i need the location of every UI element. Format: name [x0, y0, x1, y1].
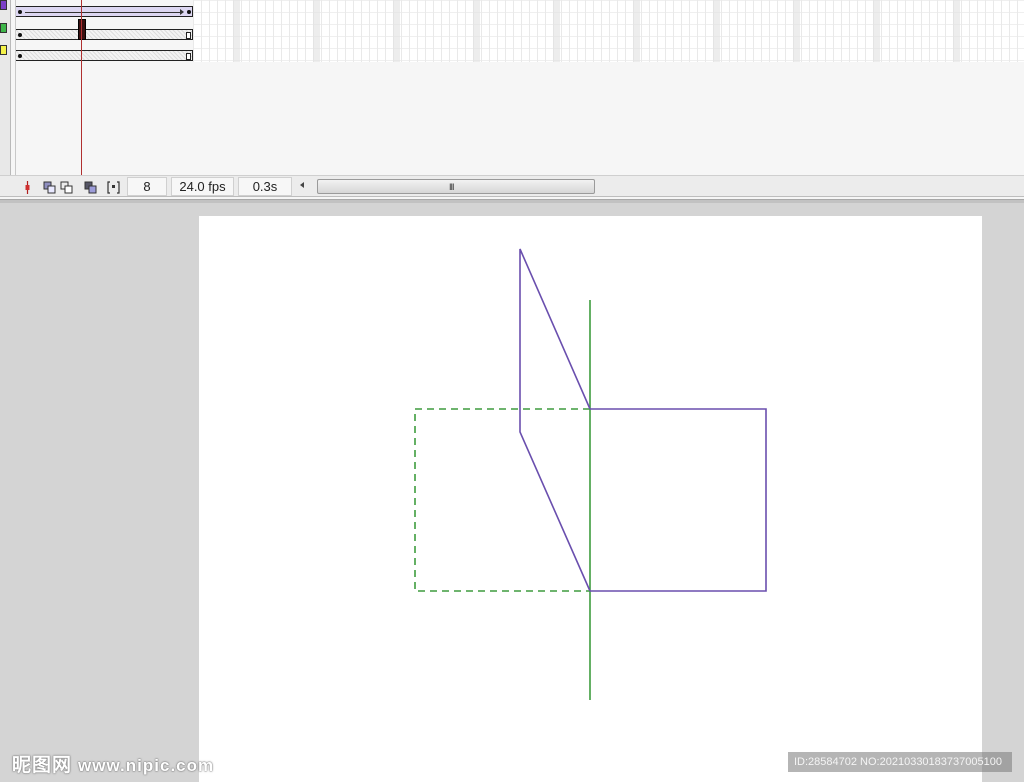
current-frame-field[interactable]: 8 — [127, 177, 167, 196]
watermark-id: ID:28584702 NO:20210330183737005100 — [788, 752, 1012, 772]
frame-end-marker[interactable] — [186, 53, 191, 60]
layer-3-color-swatch[interactable] — [0, 45, 7, 55]
timeline-panel — [0, 0, 1024, 200]
right-panel-outline — [590, 408, 767, 592]
layer-3-frames[interactable] — [16, 50, 193, 61]
playhead-line[interactable] — [81, 0, 82, 176]
stage-artwork — [414, 248, 767, 700]
keyframe-start[interactable] — [18, 54, 22, 58]
onion-skin-icon[interactable] — [42, 180, 56, 194]
layer-2-frames[interactable] — [16, 29, 193, 40]
empty-frame-grid[interactable] — [193, 0, 1024, 62]
keyframe-start[interactable] — [18, 10, 22, 14]
modify-onion-markers-icon[interactable] — [106, 180, 120, 194]
onion-skin-outlines-icon[interactable] — [59, 180, 73, 194]
layer-1-color-swatch[interactable] — [0, 0, 7, 10]
motion-tween-line — [25, 12, 181, 13]
keyframe-start[interactable] — [18, 33, 22, 37]
layer-2-color-swatch[interactable] — [0, 23, 7, 33]
dashed-fold-outline — [414, 408, 590, 592]
layer-color-strip — [0, 0, 11, 175]
keyframe-end[interactable] — [187, 10, 191, 14]
layer-divider — [15, 0, 16, 175]
edit-multiple-frames-icon[interactable] — [83, 180, 97, 194]
folding-panel-outline — [519, 248, 591, 592]
layer-1-frames[interactable] — [16, 6, 193, 17]
tween-arrow-icon — [180, 9, 184, 15]
frame-rate-field[interactable]: 24.0 fps — [171, 177, 234, 196]
center-frame-icon[interactable] — [20, 180, 33, 194]
scroll-left-arrow-icon[interactable] — [300, 182, 304, 188]
playhead-frame-indicator[interactable] — [78, 19, 86, 40]
scroll-grip: III — [449, 182, 454, 192]
flash-editor-window: 8 24.0 fps 0.3s III 昵图网 www.nipic.com ID:… — [0, 0, 1024, 782]
scroll-thumb[interactable]: III — [317, 179, 595, 194]
frame-end-marker[interactable] — [186, 32, 191, 39]
elapsed-time-field: 0.3s — [238, 177, 292, 196]
timeline-horizontal-scrollbar[interactable]: III — [296, 179, 596, 194]
watermark-logo-text: 昵图网 — [12, 755, 73, 776]
stage-canvas[interactable] — [199, 216, 982, 782]
watermark-logo: 昵图网 www.nipic.com — [12, 750, 214, 777]
timeline-status-bar: 8 24.0 fps 0.3s III — [0, 175, 1024, 197]
watermark-site: www.nipic.com — [78, 756, 215, 775]
